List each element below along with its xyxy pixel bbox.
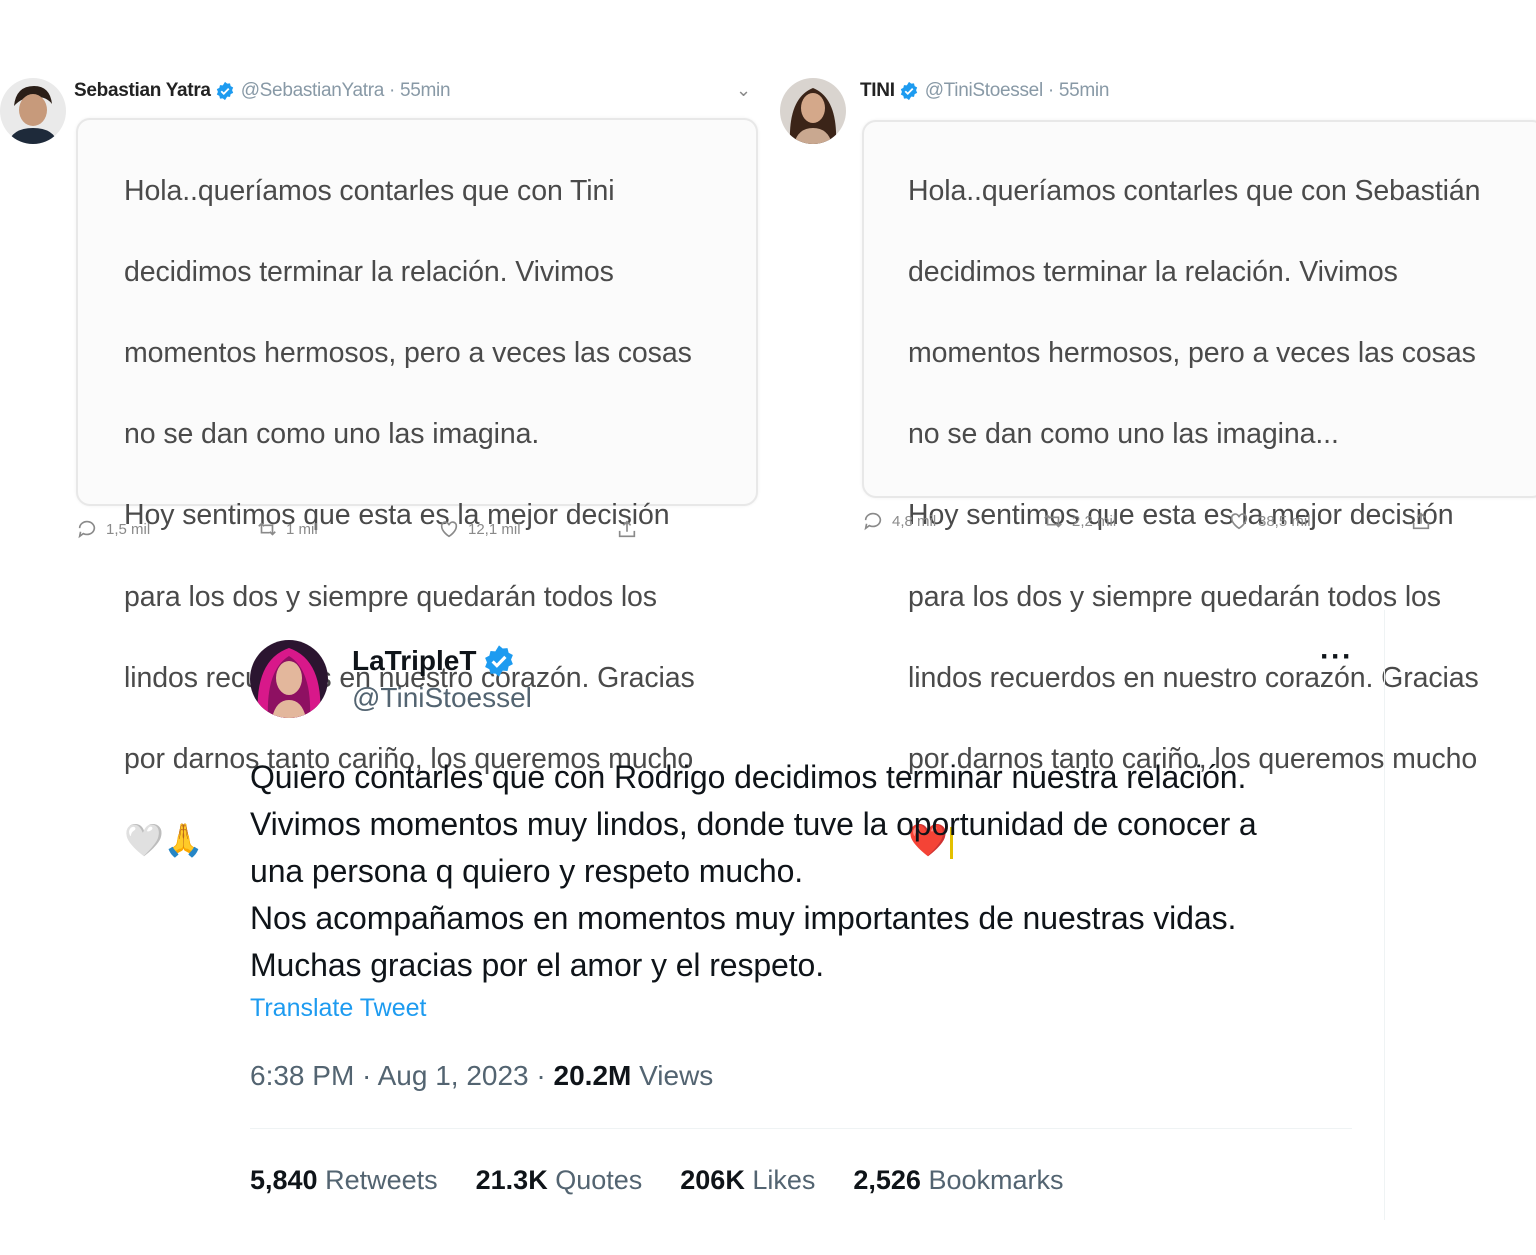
like-button[interactable]: 38,5 mil <box>1228 510 1410 532</box>
reply-count: 1,5 mil <box>106 520 151 538</box>
display-name[interactable]: TINI <box>860 80 895 102</box>
avatar[interactable] <box>780 78 846 144</box>
views-label: Views <box>631 1060 714 1091</box>
retweet-count: 1 mil <box>286 520 318 538</box>
display-name[interactable]: Sebastian Yatra <box>74 80 211 102</box>
text-line: decidimos terminar la relación. Vivimos <box>124 255 614 288</box>
text-line: Hola..queríamos contarles que con Tini <box>124 174 615 207</box>
reply-icon <box>864 512 882 531</box>
text-line: no se dan como uno las imagina. <box>124 418 540 451</box>
text-line: decidimos terminar la relación. Vivimos <box>908 255 1398 288</box>
verified-badge-icon <box>900 81 917 101</box>
handle-and-time: @TiniStoessel · 55min <box>924 80 1110 101</box>
divider <box>250 1128 1352 1129</box>
reply-icon <box>78 520 96 539</box>
engagement-stats: 5,840 Retweets 21.3K Quotes 206K Likes 2… <box>250 1165 1063 1196</box>
tweet-latriplet: LaTripleT @TiniStoessel ··· Quiero conta… <box>250 610 1386 1230</box>
tweet-header: Sebastian Yatra @SebastianYatra · 55min <box>74 80 451 102</box>
avatar[interactable] <box>250 640 328 718</box>
timestamp[interactable]: 6:38 PM · Aug 1, 2023 · <box>250 1060 554 1091</box>
tweet-meta: 6:38 PM · Aug 1, 2023 · 20.2M Views <box>250 1060 713 1092</box>
text-line: momentos hermosos, pero a veces las cosa… <box>908 336 1476 369</box>
share-icon <box>618 520 636 538</box>
bookmarks-label: Bookmarks <box>920 1165 1064 1195</box>
bookmarks-stat[interactable]: 2,526 Bookmarks <box>853 1165 1063 1196</box>
reply-count: 4,8 mil <box>892 512 937 530</box>
tweet-text-image: Hola..queríamos contarles que con Tini d… <box>76 118 758 858</box>
handle-and-time: @SebastianYatra · 55min <box>240 80 451 101</box>
like-count: 38,5 mil <box>1258 512 1311 530</box>
text-line: Hola..queríamos contarles que con Sebast… <box>908 174 1481 207</box>
verified-badge-icon <box>216 81 233 101</box>
retweet-button[interactable]: 2,2 mil <box>1042 510 1228 532</box>
retweet-button[interactable]: 1 mil <box>256 518 438 540</box>
handle[interactable]: @TiniStoessel <box>352 682 532 714</box>
share-button[interactable] <box>1410 510 1432 532</box>
reply-button[interactable]: 1,5 mil <box>76 518 256 540</box>
like-icon <box>440 521 458 538</box>
tweet-header: TINI @TiniStoessel · 55min <box>860 80 1109 102</box>
views-count: 20.2M <box>553 1060 632 1091</box>
retweet-icon <box>1044 514 1062 528</box>
name-row: LaTripleT <box>352 644 516 678</box>
likes-label: Likes <box>744 1165 816 1195</box>
quotes-count: 21.3K <box>475 1165 548 1195</box>
share-icon <box>1412 512 1430 530</box>
tweet-text: Quiero contarles que con Rodrigo decidim… <box>250 759 1257 983</box>
retweets-count: 5,840 <box>250 1165 318 1195</box>
retweets-stat[interactable]: 5,840 Retweets <box>250 1165 438 1196</box>
like-count: 12,1 mil <box>468 520 521 538</box>
chevron-down-icon[interactable]: ⌄ <box>736 80 751 101</box>
text-line: momentos hermosos, pero a veces las cosa… <box>124 336 692 369</box>
bookmarks-count: 2,526 <box>853 1165 921 1195</box>
retweet-icon <box>258 522 276 536</box>
display-name[interactable]: LaTripleT <box>352 645 476 677</box>
like-icon <box>1230 513 1248 530</box>
action-bar: 1,5 mil 1 mil 12,1 mil <box>76 518 638 540</box>
retweet-count: 2,2 mil <box>1072 512 1117 530</box>
like-button[interactable]: 12,1 mil <box>438 518 616 540</box>
tweet-text-image: Hola..queríamos contarles que con Sebast… <box>862 120 1536 859</box>
quotes-stat[interactable]: 21.3K Quotes <box>476 1165 643 1196</box>
reply-button[interactable]: 4,8 mil <box>862 510 1042 532</box>
retweets-label: Retweets <box>317 1165 438 1195</box>
share-button[interactable] <box>616 518 638 540</box>
verified-badge-icon <box>485 645 514 677</box>
likes-stat[interactable]: 206K Likes <box>680 1165 815 1196</box>
likes-count: 206K <box>680 1165 745 1195</box>
action-bar: 4,8 mil 2,2 mil 38,5 mil <box>862 510 1432 532</box>
avatar[interactable] <box>0 78 66 144</box>
more-options-icon[interactable]: ··· <box>1320 640 1353 674</box>
quotes-label: Quotes <box>547 1165 643 1195</box>
text-line: no se dan como uno las imagina... <box>908 418 1339 451</box>
translate-tweet-link[interactable]: Translate Tweet <box>250 994 426 1023</box>
